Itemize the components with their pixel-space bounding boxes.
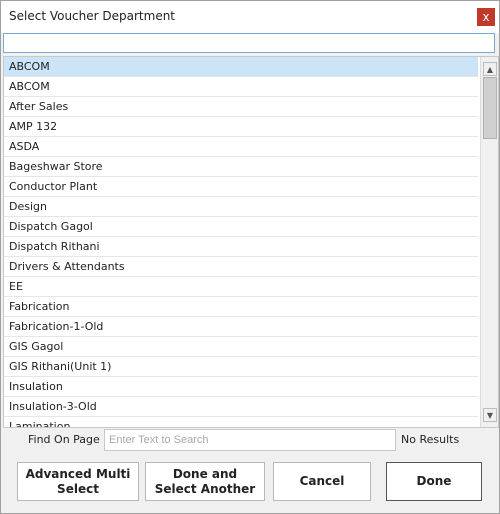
dialog-title: Select Voucher Department xyxy=(9,9,176,23)
list-item[interactable]: Dispatch Rithani xyxy=(4,237,478,257)
list-item[interactable]: Design xyxy=(4,197,478,217)
list-item[interactable]: EE xyxy=(4,277,478,297)
find-status: No Results xyxy=(401,433,460,446)
list-item[interactable]: ABCOM xyxy=(4,77,478,97)
list-item[interactable]: Lamination xyxy=(4,417,478,427)
scroll-thumb[interactable] xyxy=(483,77,497,139)
scroll-down-icon[interactable]: ▼ xyxy=(483,408,497,422)
list-item[interactable]: ABCOM xyxy=(4,57,478,77)
done-button[interactable]: Done xyxy=(386,462,482,501)
list-item[interactable]: Drivers & Attendants xyxy=(4,257,478,277)
find-on-page-label: Find On Page xyxy=(28,433,100,446)
list-item[interactable]: After Sales xyxy=(4,97,478,117)
list-item[interactable]: GIS Gagol xyxy=(4,337,478,357)
scroll-up-icon[interactable]: ▲ xyxy=(483,62,497,76)
search-input[interactable] xyxy=(3,33,495,53)
cancel-button[interactable]: Cancel xyxy=(273,462,371,501)
list-item[interactable]: Dispatch Gagol xyxy=(4,217,478,237)
list-item[interactable]: ASDA xyxy=(4,137,478,157)
list-scrollbar[interactable]: ▲ ▼ xyxy=(480,57,498,427)
list-item[interactable]: Insulation xyxy=(4,377,478,397)
close-icon: x xyxy=(482,10,490,24)
list-item[interactable]: Fabrication-1-Old xyxy=(4,317,478,337)
list-item[interactable]: AMP 132 xyxy=(4,117,478,137)
department-list: ABCOM ABCOM After Sales AMP 132 ASDA Bageshwa… xyxy=(3,56,499,428)
list-item[interactable]: Conductor Plant xyxy=(4,177,478,197)
title-bar: Select Voucher Department x xyxy=(1,1,499,33)
list-item[interactable]: GIS Rithani(Unit 1) xyxy=(4,357,478,377)
advanced-multi-select-button[interactable]: Advanced Multi Select xyxy=(17,462,139,501)
list-item[interactable]: Fabrication xyxy=(4,297,478,317)
close-button[interactable]: x xyxy=(477,8,495,26)
find-on-page-input[interactable] xyxy=(104,429,396,451)
department-list-items: ABCOM ABCOM After Sales AMP 132 ASDA Bageshwa… xyxy=(4,57,478,427)
select-voucher-department-dialog: Select Voucher Department x ABCOM ABCOM Af… xyxy=(0,0,500,514)
list-item[interactable]: Bageshwar Store xyxy=(4,157,478,177)
list-item[interactable]: Insulation-3-Old xyxy=(4,397,478,417)
done-and-select-another-button[interactable]: Done and Select Another xyxy=(145,462,265,501)
